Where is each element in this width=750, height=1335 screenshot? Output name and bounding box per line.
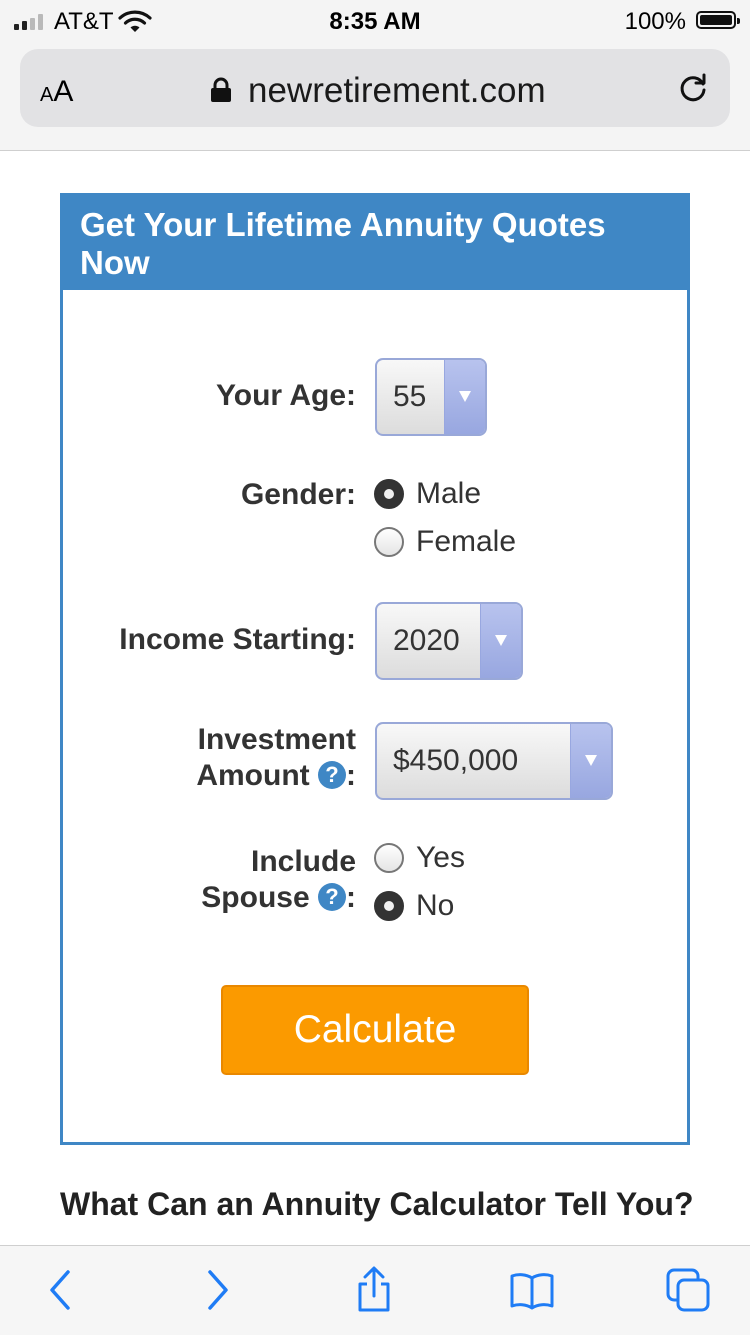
spouse-yes-label[interactable]: Yes — [416, 840, 465, 876]
spouse-label-line1: Include — [250, 845, 356, 878]
gender-male-radio[interactable] — [374, 479, 404, 509]
help-icon[interactable]: ? — [318, 761, 346, 790]
chevron-right-icon[interactable] — [192, 1266, 240, 1314]
chevron-down-icon — [480, 604, 521, 678]
url-text[interactable]: newretirement.com — [248, 71, 546, 111]
share-icon[interactable] — [350, 1266, 398, 1314]
investment-amount-label: Investment Amount ?: — [63, 722, 356, 794]
browser-toolbar — [0, 1245, 750, 1335]
spouse-yes-radio[interactable] — [374, 843, 404, 873]
income-starting-label: Income Starting: — [119, 623, 356, 656]
book-icon[interactable] — [508, 1266, 556, 1314]
form-title: Get Your Lifetime Annuity Quotes Now — [80, 206, 606, 281]
aa-large-letter: A — [53, 75, 74, 108]
help-icon[interactable]: ? — [318, 883, 346, 912]
age-value: 55 — [393, 380, 427, 413]
annuity-quote-form: Get Your Lifetime Annuity Quotes Now You… — [60, 193, 690, 1145]
investment-amount-value: $450,000 — [393, 744, 519, 777]
income-starting-value: 2020 — [393, 624, 460, 657]
spouse-no-radio[interactable] — [374, 891, 404, 921]
spouse-label-line2: Spouse — [201, 881, 310, 914]
battery-icon — [696, 11, 740, 29]
gender-female-radio[interactable] — [374, 527, 404, 557]
address-bar[interactable]: AA newretirement.com — [20, 49, 730, 127]
status-bar: AT&T 8:35 AM 100% — [0, 0, 750, 40]
text-size-button[interactable]: AA — [40, 75, 73, 109]
spouse-no-label[interactable]: No — [416, 888, 454, 924]
section-heading: What Can an Annuity Calculator Tell You? — [60, 1186, 694, 1222]
age-label: Your Age: — [216, 379, 356, 412]
calculate-button[interactable]: Calculate — [221, 985, 529, 1075]
form-header: Get Your Lifetime Annuity Quotes Now — [63, 196, 687, 290]
battery-percentage: 100% — [624, 8, 686, 35]
gender-female-label[interactable]: Female — [416, 524, 516, 560]
reload-icon[interactable] — [676, 71, 710, 105]
tabs-icon[interactable] — [664, 1266, 712, 1314]
lock-icon — [211, 77, 231, 102]
chevron-left-icon[interactable] — [38, 1266, 86, 1314]
investment-label-line2: Amount — [196, 759, 310, 792]
browser-header: AA newretirement.com — [0, 40, 750, 151]
aa-small-letter: A — [40, 84, 54, 106]
investment-amount-select[interactable]: $450,000 — [375, 722, 613, 800]
label-colon: : — [346, 759, 356, 792]
label-colon: : — [346, 881, 356, 914]
include-spouse-label: Include Spouse ?: — [63, 844, 356, 916]
chevron-down-icon — [570, 724, 611, 798]
investment-label-line1: Investment — [197, 723, 356, 756]
chevron-down-icon — [444, 360, 485, 434]
gender-male-label[interactable]: Male — [416, 476, 481, 512]
age-select[interactable]: 55 — [375, 358, 487, 436]
gender-label: Gender: — [240, 478, 356, 511]
income-starting-select[interactable]: 2020 — [375, 602, 523, 680]
